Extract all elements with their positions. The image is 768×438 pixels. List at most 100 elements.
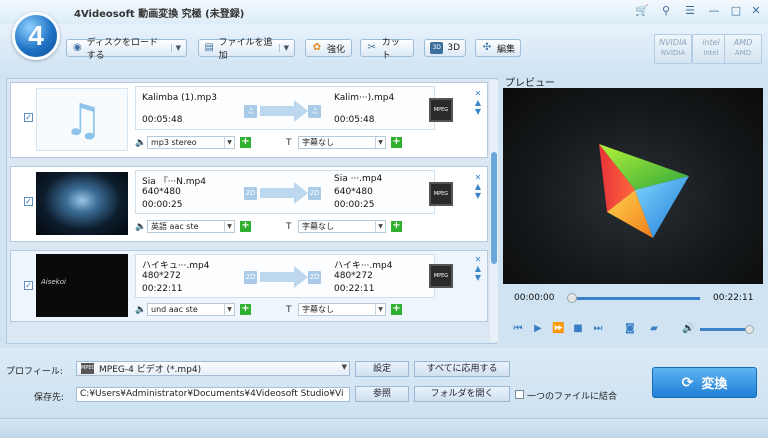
previous-icon[interactable]: ⏮: [512, 322, 524, 336]
output-format-icon[interactable]: MPEG: [429, 182, 453, 206]
add-subtitle-button[interactable]: +: [391, 137, 402, 148]
scrollbar-thumb[interactable]: [491, 152, 497, 264]
add-file-icon: ▤: [204, 42, 214, 53]
subtitle-select[interactable]: 字幕なし ▼: [298, 303, 386, 316]
file-checkbox[interactable]: ✓: [24, 113, 33, 122]
add-subtitle-button[interactable]: +: [391, 304, 402, 315]
profile-label: プロフィール:: [6, 367, 63, 377]
cart-icon[interactable]: 🛒: [634, 3, 650, 19]
output-duration: 00:00:25: [334, 200, 375, 210]
add-audio-button[interactable]: +: [240, 304, 251, 315]
add-audio-button[interactable]: +: [240, 221, 251, 232]
item-controls[interactable]: ✕ ▲ ▼: [474, 89, 482, 116]
item-controls[interactable]: ✕ ▲ ▼: [474, 173, 482, 200]
output-path-field[interactable]: C:¥Users¥Administrator¥Documents¥4Videos…: [76, 387, 350, 402]
nvidia-accel-indicator: NVIDIA NVIDIA: [654, 34, 692, 64]
browse-button[interactable]: 参照: [355, 386, 409, 402]
minimize-button[interactable]: —: [706, 3, 722, 19]
source-duration: 00:05:48: [142, 115, 183, 125]
3d-label: 3D: [447, 43, 460, 53]
speaker-icon: 🔈: [135, 304, 147, 315]
enhance-button[interactable]: ✿ 強化: [305, 39, 352, 57]
chevron-down-icon: ▼: [224, 304, 234, 315]
cut-label: カット: [381, 38, 400, 61]
chevron-down-icon[interactable]: ▼: [278, 44, 289, 52]
subtitle-select[interactable]: 字幕なし ▼: [298, 136, 386, 149]
item-controls[interactable]: ✕ ▲ ▼: [474, 255, 482, 282]
seek-handle[interactable]: [567, 293, 577, 303]
profile-value: MPEG-4 ビデオ (*.mp4): [99, 365, 202, 375]
audio-track-select[interactable]: mp3 stereo ▼: [147, 136, 235, 149]
nvidia-logo-icon: NVIDIA: [659, 38, 687, 47]
edit-label: 編集: [497, 44, 516, 55]
audio-track-select[interactable]: 英語 aac ste ▼: [147, 220, 235, 233]
file-checkbox[interactable]: ✓: [24, 281, 33, 290]
play-logo-icon: [599, 144, 689, 238]
source-resolution: 480*272: [142, 271, 181, 281]
output-format-icon[interactable]: MPEG: [429, 264, 453, 288]
output-format-icon[interactable]: MPEG: [429, 98, 453, 122]
subtitle-track: T 字幕なし ▼ +: [286, 135, 402, 150]
convert-button[interactable]: ⟳ 変換: [652, 367, 757, 398]
convert-label: 変換: [701, 377, 728, 392]
menu-icon[interactable]: ☰: [682, 3, 698, 19]
enhance-icon: ✿: [312, 42, 322, 53]
settings-button[interactable]: 設定: [355, 361, 409, 377]
file-list-scrollbar[interactable]: [490, 80, 498, 342]
3d-button[interactable]: 3D 3D: [424, 39, 466, 57]
stop-icon[interactable]: ■: [572, 322, 584, 336]
merge-checkbox[interactable]: [515, 390, 524, 399]
load-disc-button[interactable]: ◉ ディスクをロードする ▼: [66, 38, 187, 61]
chevron-down-icon: ▼: [375, 221, 385, 232]
output-name: Kalim···).mp4: [334, 93, 395, 103]
volume-handle[interactable]: [745, 325, 754, 334]
add-file-label: ファイルを追加: [218, 38, 273, 61]
output-name: Sia ···.mp4: [334, 174, 383, 184]
output-duration: 00:05:48: [334, 115, 375, 125]
file-item-selected[interactable]: ✓ Aisekoi ハイキュ···.mp4 480*272 00:22:11 2…: [10, 250, 488, 322]
add-subtitle-button[interactable]: +: [391, 221, 402, 232]
amd-logo-icon: AMD: [733, 38, 753, 47]
seek-bar[interactable]: [571, 297, 700, 300]
file-item[interactable]: ✓ ♫ Kalimba (1).mp3 00:05:48 ♫ ♫ Kalim··…: [10, 82, 488, 158]
maximize-button[interactable]: □: [728, 3, 744, 19]
fast-forward-icon[interactable]: ⏩: [552, 322, 564, 336]
status-bar: [0, 418, 768, 438]
audio-track: 🔈 mp3 stereo ▼ +: [135, 135, 251, 150]
mpeg-format-icon: MPEG: [81, 363, 95, 374]
source-duration: 00:22:11: [142, 284, 183, 294]
2d-badge-icon: 2D: [244, 271, 257, 284]
convert-arrow-icon: [260, 182, 308, 204]
total-time: 00:22:11: [713, 293, 754, 303]
snapshot-icon[interactable]: ◙: [624, 322, 636, 336]
edit-button[interactable]: ✣ 編集: [475, 39, 521, 57]
main-toolbar: ◉ ディスクをロードする ▼ ▤ ファイルを追加 ▼ ✿ 強化 ✂ カット 3D…: [0, 24, 768, 74]
add-audio-button[interactable]: +: [240, 137, 251, 148]
apply-all-button[interactable]: すべてに応用する: [414, 361, 510, 377]
chevron-down-icon[interactable]: ▼: [170, 44, 181, 52]
app-title: 4Videosoft 動画変換 究極 (未登録): [74, 9, 245, 20]
app-logo: 4: [12, 12, 60, 60]
volume-slider[interactable]: [700, 328, 750, 331]
close-button[interactable]: ✕: [748, 3, 764, 19]
3d-icon: 3D: [430, 42, 444, 54]
chevron-down-icon: ▼: [224, 137, 234, 148]
add-file-button[interactable]: ▤ ファイルを追加 ▼: [198, 38, 295, 61]
open-folder-button[interactable]: フォルダを開く: [414, 386, 510, 402]
edit-icon: ✣: [482, 42, 492, 53]
cut-button[interactable]: ✂ カット: [360, 38, 414, 61]
subtitle-select[interactable]: 字幕なし ▼: [298, 220, 386, 233]
play-icon[interactable]: ▶: [532, 322, 544, 336]
preview-screen: [503, 88, 763, 284]
file-checkbox[interactable]: ✓: [24, 197, 33, 206]
current-time: 00:00:00: [514, 293, 555, 303]
next-icon[interactable]: ⏭: [592, 322, 604, 336]
audio-track-select[interactable]: und aac ste ▼: [147, 303, 235, 316]
volume-icon[interactable]: 🔊: [682, 322, 694, 336]
folder-icon[interactable]: ▰: [648, 322, 660, 336]
key-icon[interactable]: ⚲: [658, 3, 674, 19]
2d-badge-icon: 2D: [308, 271, 321, 284]
profile-select[interactable]: MPEG MPEG-4 ビデオ (*.mp4) ▼: [76, 361, 350, 376]
file-item[interactable]: ✓ Sia 『···N.mp4 640*480 00:00:25 2D 2D S…: [10, 166, 488, 242]
2d-badge-icon: 2D: [244, 187, 257, 200]
